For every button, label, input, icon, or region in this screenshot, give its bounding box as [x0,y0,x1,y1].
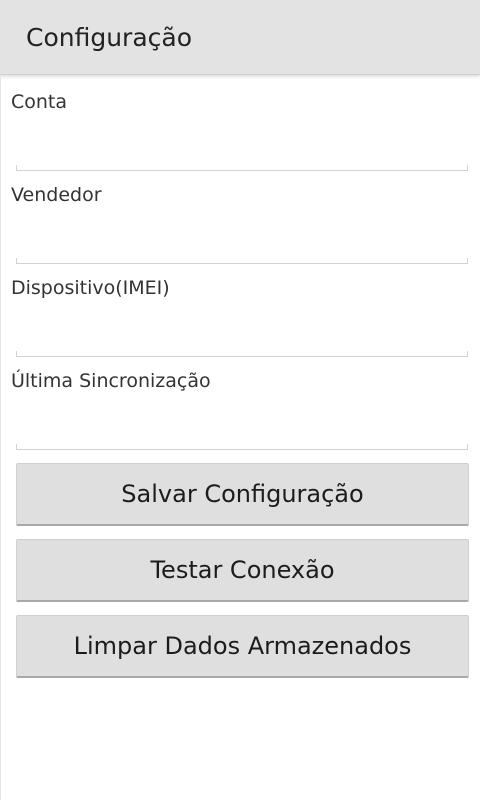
ultima-sincronizacao-input[interactable] [16,412,468,450]
left-edge-divider [0,75,1,800]
dispositivo-input[interactable] [16,319,468,357]
clear-stored-data-button[interactable]: Limpar Dados Armazenados [16,615,469,678]
ultima-sincronizacao-input-right-tick [467,444,468,450]
page-title: Configuração [26,23,193,52]
ultima-sincronizacao-input-left-tick [16,444,17,450]
vendedor-input-left-tick [16,258,17,264]
vendedor-input-right-tick [467,258,468,264]
dispositivo-input-left-tick [16,351,17,357]
conta-label: Conta [11,91,68,113]
conta-input-right-tick [467,165,468,171]
dispositivo-input-right-tick [467,351,468,357]
conta-input-left-tick [16,165,17,171]
action-bar: Configuração [0,0,480,75]
save-configuration-button[interactable]: Salvar Configuração [16,463,469,526]
ultima-sincronizacao-label: Última Sincronização [11,370,211,392]
vendedor-input[interactable] [16,226,468,264]
dispositivo-label: Dispositivo(IMEI) [11,277,170,299]
conta-input[interactable] [16,133,468,171]
vendedor-label: Vendedor [11,184,102,206]
test-connection-button[interactable]: Testar Conexão [16,539,469,602]
